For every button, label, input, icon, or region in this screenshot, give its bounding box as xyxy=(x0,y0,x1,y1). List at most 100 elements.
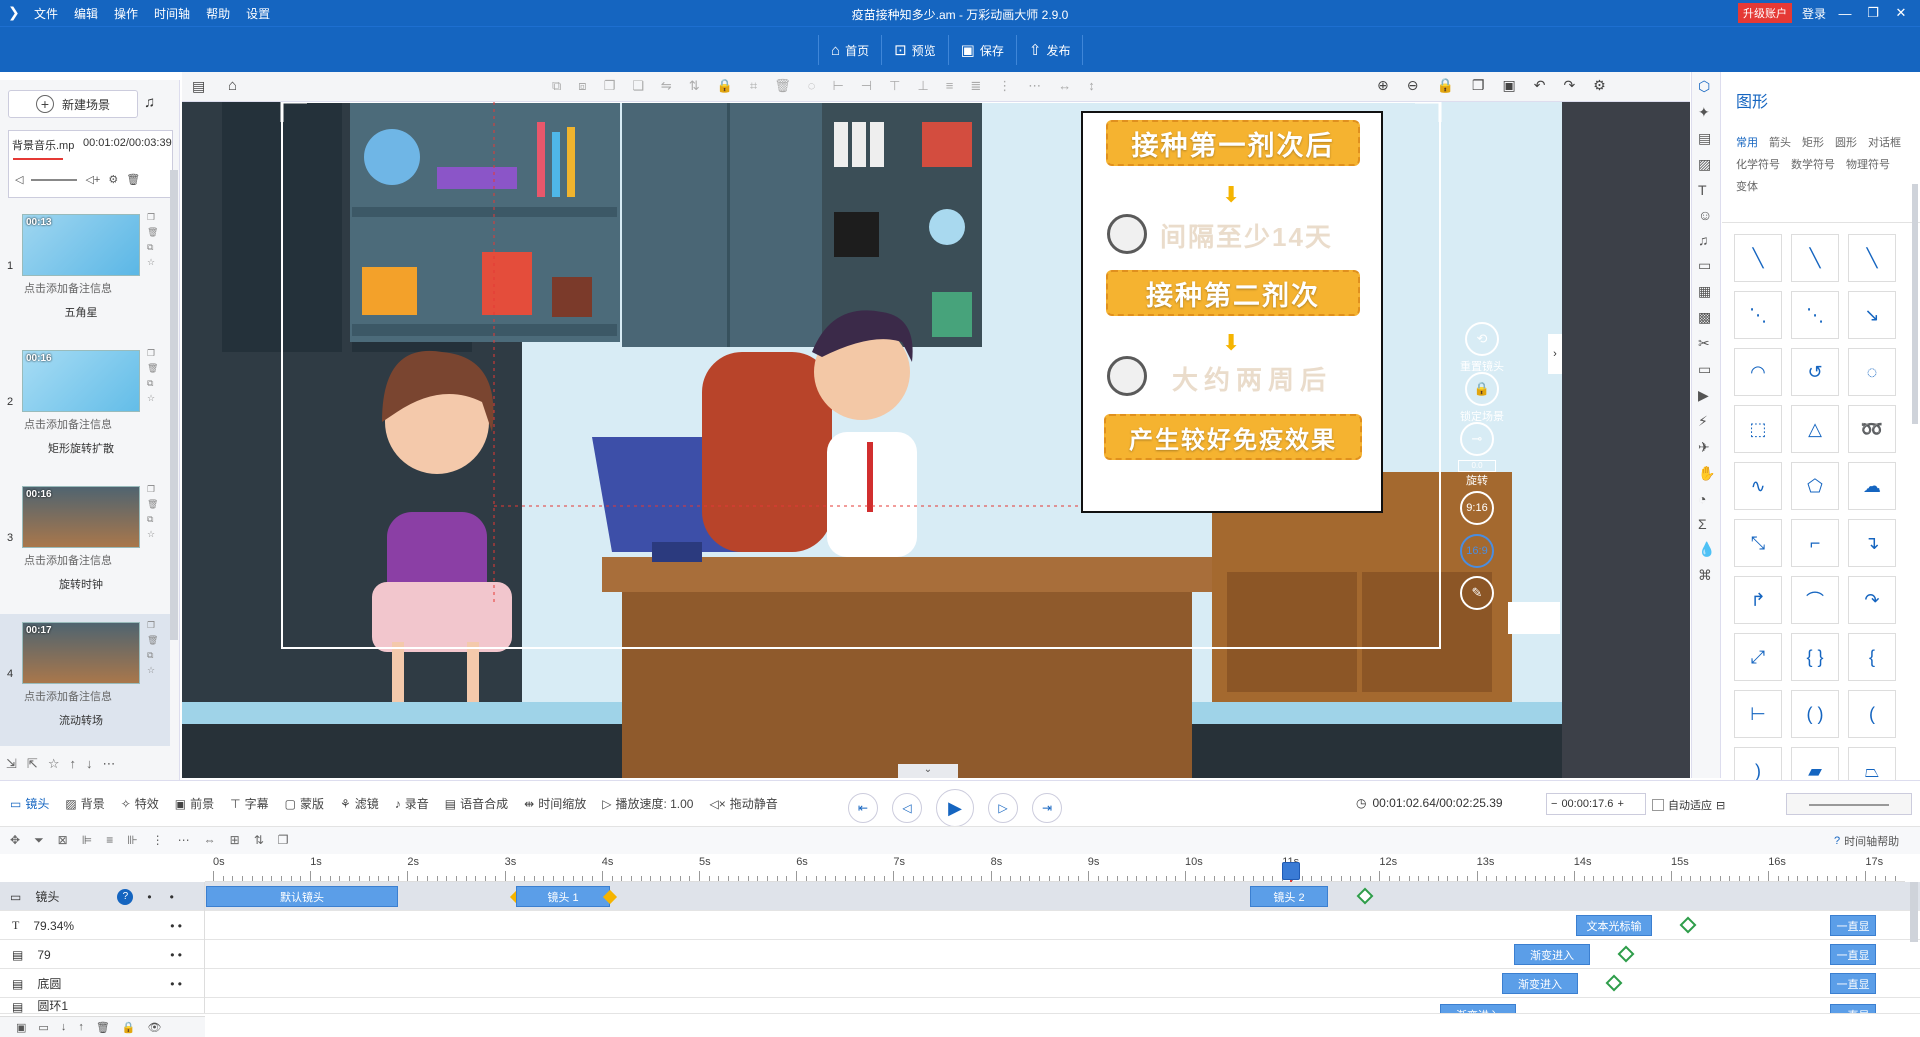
character-icon[interactable]: ☺ xyxy=(1698,207,1715,223)
more-icon[interactable]: ⋯ xyxy=(102,756,115,772)
delete-icon[interactable]: 🗑 xyxy=(147,499,158,510)
align-right-tl-icon[interactable]: ⊪ xyxy=(127,833,137,848)
dot-line-shape-icon[interactable]: ⋱ xyxy=(1791,291,1839,339)
scene-item-2[interactable]: 2 00:16 点击添加备注信息 矩形旋转扩散 ❐ 🗑 ⧉ ☆ xyxy=(0,342,170,474)
bubble-icon[interactable]: ▭ xyxy=(1698,257,1715,274)
copy-icon[interactable]: ❐ xyxy=(147,348,158,359)
volume-slider[interactable] xyxy=(31,178,78,181)
time-plus[interactable]: + xyxy=(1613,798,1627,810)
copy-icon[interactable]: ❐ xyxy=(147,212,158,223)
play-button[interactable]: ▶ xyxy=(936,789,974,827)
lock-scene-icon[interactable]: 🔒 xyxy=(1465,372,1499,406)
step-back-icon[interactable]: ◁ xyxy=(892,793,922,823)
scene-item-4[interactable]: 4 00:17 点击添加备注信息 流动转场 ❐ 🗑 ⧉ ☆ xyxy=(0,614,170,746)
step-arrow-shape-icon[interactable]: ↴ xyxy=(1848,519,1896,567)
same-height-icon[interactable]: ↕ xyxy=(1088,78,1095,94)
hide-icon[interactable]: ◌ xyxy=(808,78,816,94)
effect-tool[interactable]: ✧ 特效 xyxy=(121,795,159,812)
shape-scrollbar[interactable] xyxy=(1912,184,1918,424)
clip-always-show[interactable]: 一直显 xyxy=(1830,973,1876,994)
left-paren-shape-icon[interactable]: ( xyxy=(1848,690,1896,738)
wave-shape-icon[interactable]: ∿ xyxy=(1734,462,1782,510)
tools-icon[interactable]: ✂ xyxy=(1698,335,1715,352)
star-icon[interactable]: ☆ xyxy=(147,665,158,676)
track-text-percent[interactable]: T 79.34% • • 文本光标输 一直显 xyxy=(0,911,1920,940)
track-base-circle[interactable]: ▤ 底圆 • • 渐变进入 一直显 xyxy=(0,969,1920,998)
image-icon[interactable]: ▨ xyxy=(1698,156,1715,173)
align-center-tl-icon[interactable]: ≡ xyxy=(106,833,113,848)
zoom-out-icon[interactable]: ⊖ xyxy=(1407,77,1419,94)
rotate-input[interactable]: 0.0 xyxy=(1458,460,1496,472)
delete-icon[interactable]: 🗑 xyxy=(774,78,791,94)
scene-scrollbar[interactable] xyxy=(170,170,178,640)
close-icon[interactable]: ✕ xyxy=(1892,5,1910,21)
visibility-icon[interactable]: 👁 xyxy=(147,1021,161,1034)
add-track-icon[interactable]: ▣ xyxy=(16,1021,26,1034)
reset-camera-control[interactable]: ⟲ 重置镜头 xyxy=(1460,322,1504,374)
publish-button[interactable]: ⇧ 发布 xyxy=(1015,35,1084,65)
clip-default-camera[interactable]: 默认镜头 xyxy=(206,886,398,907)
scene-item-1[interactable]: 1 00:13 点击添加备注信息 五角星 ❐ 🗑 ⧉ ☆ xyxy=(0,206,170,338)
music-list-icon[interactable]: ♫ xyxy=(144,94,155,111)
cloud-shape-icon[interactable]: ☁ xyxy=(1848,462,1896,510)
duplicate-icon[interactable]: ⧉ xyxy=(147,242,158,253)
background-tool[interactable]: ▨ 背景 xyxy=(65,795,104,812)
tab-physics[interactable]: 物理符号 xyxy=(1846,156,1890,172)
volume-icon[interactable]: ◁ xyxy=(15,173,23,186)
zoom-in-icon[interactable]: ⊕ xyxy=(1377,77,1389,94)
settings-icon[interactable]: ⚙ xyxy=(1593,77,1606,94)
step-2[interactable]: 间隔至少14天 xyxy=(1160,217,1333,254)
dashed-triangle-shape-icon[interactable]: △ xyxy=(1791,405,1839,453)
sort-tl-icon[interactable]: ⇅ xyxy=(254,833,264,848)
align-left-icon[interactable]: ⊢ xyxy=(832,78,843,94)
group-icon[interactable]: ⧉ xyxy=(552,78,561,94)
folder-track-icon[interactable]: ▭ xyxy=(38,1021,48,1034)
track-ring[interactable]: ▤ 圆环1 渐变进入 一直显 xyxy=(0,998,1920,1014)
line-dot-shape-icon[interactable]: ╲ xyxy=(1791,234,1839,282)
save-button[interactable]: ▣ 保存 xyxy=(947,35,1016,65)
left-brace-shape-icon[interactable]: { xyxy=(1848,633,1896,681)
drop-icon[interactable]: 💧 xyxy=(1698,541,1715,558)
record-tool[interactable]: ♪ 录音 xyxy=(395,795,429,812)
video-icon[interactable]: ▶ xyxy=(1698,387,1715,404)
move-down-track-icon[interactable]: ↓ xyxy=(61,1021,67,1033)
chart-icon[interactable]: ▦ xyxy=(1698,283,1715,300)
stretch-tl-icon[interactable]: ⇔ xyxy=(204,833,216,848)
delete-icon[interactable]: 🗑 xyxy=(147,363,158,374)
blob-shape-icon[interactable]: ⬠ xyxy=(1791,462,1839,510)
bracket-line-shape-icon[interactable]: ⊢ xyxy=(1734,690,1782,738)
restore-icon[interactable]: ❐ xyxy=(1864,5,1882,21)
copy-tl-icon[interactable]: ❐ xyxy=(278,833,289,848)
clip-always-show[interactable]: 一直显 xyxy=(1830,944,1876,965)
delete-icon[interactable]: 🗑 xyxy=(147,227,158,238)
align-right-icon[interactable]: ⊤ xyxy=(889,78,900,94)
tts-tool[interactable]: ▤ 语音合成 xyxy=(445,795,508,812)
copy-icon[interactable]: ❐ xyxy=(147,620,158,631)
clip-camera-2[interactable]: 镜头 2 xyxy=(1250,886,1328,907)
clip-text-cursor[interactable]: 文本光标输 xyxy=(1576,915,1652,936)
align-left-tl-icon[interactable]: ⊫ xyxy=(82,833,92,848)
dashed-circle-shape-icon[interactable]: ◌ xyxy=(1848,348,1896,396)
crop-icon[interactable]: ⌗ xyxy=(750,78,757,94)
folder-icon[interactable]: ▭ xyxy=(1698,361,1715,378)
line-shape-icon[interactable]: ╲ xyxy=(1734,234,1782,282)
home-button[interactable]: ⌂ 首页 xyxy=(818,35,881,65)
tab-chemistry[interactable]: 化学符号 xyxy=(1736,156,1780,172)
clip-fade-in[interactable]: 渐变进入 xyxy=(1440,1004,1516,1013)
step-forward-icon[interactable]: ▷ xyxy=(988,793,1018,823)
text-icon[interactable]: T xyxy=(1698,182,1715,198)
ungroup-icon[interactable]: ⧈ xyxy=(578,78,586,94)
star-icon[interactable]: ☆ xyxy=(147,393,158,404)
new-scene-button[interactable]: + 新建场景 xyxy=(8,90,138,118)
clear-filter-icon[interactable]: ⊠ xyxy=(58,833,68,848)
star-icon[interactable]: ☆ xyxy=(147,529,158,540)
track-camera[interactable]: ▭ 镜头 ? • • 默认镜头 镜头 1 镜头 2 xyxy=(0,882,1920,911)
upgrade-button[interactable]: 升级账户 xyxy=(1737,3,1792,23)
hand-icon[interactable]: ✋ xyxy=(1698,465,1715,482)
mini-preview[interactable] xyxy=(1508,602,1560,634)
track-toggle-b[interactable]: • xyxy=(170,890,174,904)
fit-icon[interactable]: ⊟ xyxy=(1716,799,1725,812)
minimize-icon[interactable]: — xyxy=(1836,6,1854,21)
bring-front-icon[interactable]: ❐ xyxy=(604,78,616,94)
next-scene-icon[interactable]: ⇥ xyxy=(1032,793,1062,823)
